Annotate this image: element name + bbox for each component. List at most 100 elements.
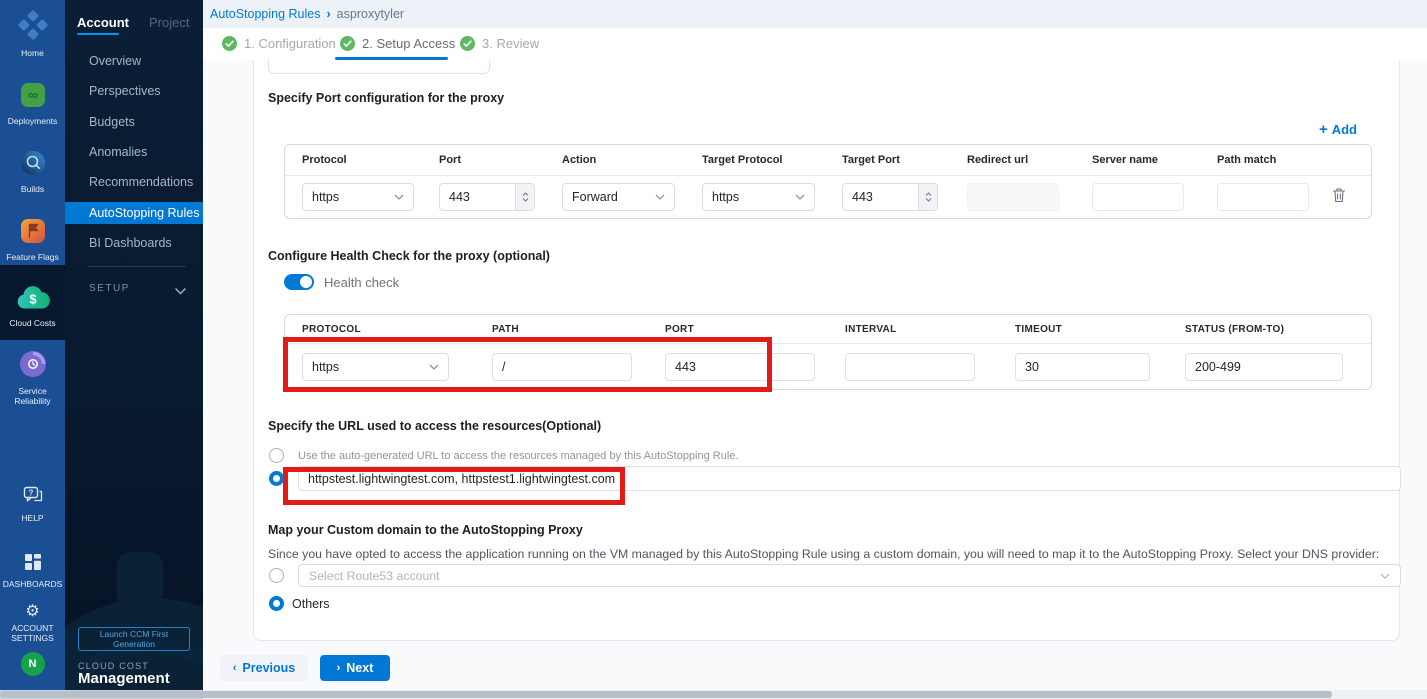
hc-status-input[interactable] <box>1185 353 1343 381</box>
hc-timeout-input[interactable] <box>1015 353 1150 381</box>
action-select[interactable]: Forward <box>562 183 675 211</box>
custom-url-input[interactable] <box>298 466 1401 491</box>
rail-item-account-settings[interactable]: ⚙ ACCOUNT SETTINGS <box>0 604 65 643</box>
auto-url-option: Use the auto-generated URL to access the… <box>269 448 738 463</box>
step-check-icon <box>340 36 355 51</box>
tab-account[interactable]: Account <box>77 15 129 30</box>
step-label: 2. Setup Access <box>362 36 455 51</box>
chevron-down-icon <box>655 194 665 200</box>
sidebar-item-recommendations[interactable]: Recommendations <box>65 171 203 193</box>
target-protocol-select[interactable]: https <box>702 183 815 211</box>
launch-ccm-first-gen-button[interactable]: Launch CCM First Generation <box>78 627 190 651</box>
cloud-costs-icon: $ <box>16 297 50 314</box>
others-radio[interactable] <box>269 596 284 611</box>
column-header: PROTOCOL <box>285 324 475 335</box>
url-section-title: Specify the URL used to access the resou… <box>268 419 601 433</box>
rail-item-deployments[interactable]: ∞ Deployments <box>0 82 65 126</box>
content-area: Specify Port configuration for the proxy… <box>203 60 1427 699</box>
add-port-row-button[interactable]: + Add <box>1319 121 1357 138</box>
product-name: Management <box>78 670 170 687</box>
rail-item-help[interactable]: ? HELP <box>0 486 65 523</box>
horizontal-scrollbar-track[interactable] <box>0 690 1427 699</box>
chevron-down-icon <box>394 194 404 200</box>
step-check-icon <box>460 36 475 51</box>
hc-path-input[interactable] <box>492 353 632 381</box>
target-port-stepper[interactable]: 443 <box>842 183 938 211</box>
route53-select[interactable]: Select Route53 account <box>298 564 1401 587</box>
help-icon: ? <box>23 492 43 509</box>
target-protocol-value: https <box>712 190 739 204</box>
auto-url-radio[interactable] <box>269 448 284 463</box>
health-check-row: https <box>285 344 1371 389</box>
rail-item-label: DASHBOARDS <box>0 579 65 589</box>
svg-text:$: $ <box>29 292 37 307</box>
protocol-select[interactable]: https <box>302 183 414 211</box>
sidebar-item-bi-dashboards[interactable]: BI Dashboards <box>65 232 203 254</box>
stepper-buttons[interactable] <box>515 184 534 210</box>
step-review[interactable]: 3. Review <box>460 36 539 51</box>
rail-item-label: Deployments <box>0 116 65 126</box>
toggle-knob <box>300 276 312 288</box>
health-check-toggle-row: Health check <box>284 274 399 290</box>
server-name-input[interactable] <box>1092 183 1184 211</box>
rail-item-dashboards[interactable]: DASHBOARDS <box>0 553 65 589</box>
main-area: AutoStopping Rules › asproxytyler 1. Con… <box>203 0 1427 699</box>
svg-text:?: ? <box>28 488 33 497</box>
hc-interval-input[interactable] <box>845 353 975 381</box>
custom-url-radio[interactable] <box>269 471 284 486</box>
chevron-down-icon[interactable] <box>175 282 186 300</box>
sidebar-setup[interactable]: SETUP <box>89 283 130 294</box>
route53-placeholder: Select Route53 account <box>309 569 440 583</box>
breadcrumb-separator-icon: › <box>327 7 331 21</box>
route53-radio[interactable] <box>269 568 284 583</box>
breadcrumb-link-autostopping-rules[interactable]: AutoStopping Rules <box>210 7 321 21</box>
rail-item-feature-flags[interactable]: Feature Flags <box>0 218 65 262</box>
hc-port-input[interactable] <box>665 353 815 381</box>
breadcrumb-current: asproxytyler <box>337 7 404 21</box>
health-check-toggle[interactable] <box>284 274 314 290</box>
health-check-table: PROTOCOL PATH PORT INTERVAL TIMEOUT STAT… <box>284 314 1372 390</box>
sidebar-item-anomalies[interactable]: Anomalies <box>65 141 203 163</box>
port-table-row: https 443 Forward <box>285 176 1371 218</box>
previous-label: Previous <box>242 661 295 675</box>
setup-access-card: Specify Port configuration for the proxy… <box>253 60 1400 641</box>
next-button[interactable]: › Next <box>320 655 390 681</box>
previous-button[interactable]: ‹ Previous <box>220 655 308 681</box>
path-match-input[interactable] <box>1217 183 1309 211</box>
chevron-down-icon <box>795 194 805 200</box>
sidebar-item-budgets[interactable]: Budgets <box>65 111 203 133</box>
others-label: Others <box>292 597 330 611</box>
hc-protocol-select[interactable]: https <box>302 353 449 381</box>
user-avatar[interactable]: N <box>0 652 65 676</box>
rail-item-builds[interactable]: Builds <box>0 150 65 194</box>
port-stepper[interactable]: 443 <box>439 183 535 211</box>
column-header: Server name <box>1075 154 1200 166</box>
custom-domain-description: Since you have opted to access the appli… <box>268 547 1393 561</box>
auto-url-label: Use the auto-generated URL to access the… <box>298 450 738 462</box>
sidebar-nav: Account Project Overview Perspectives Bu… <box>65 0 203 699</box>
health-check-title: Configure Health Check for the proxy (op… <box>268 249 550 263</box>
hc-protocol-value: https <box>312 360 339 374</box>
rail-item-label: ACCOUNT SETTINGS <box>10 623 56 643</box>
sidebar-item-autostopping-rules[interactable]: AutoStopping Rules <box>65 202 203 224</box>
rail-item-service-reliability[interactable]: Service Reliability <box>0 350 65 406</box>
column-header: Target Protocol <box>685 154 825 166</box>
rail-item-cloud-costs[interactable]: $ Cloud Costs <box>0 285 65 328</box>
rail-item-label: Feature Flags <box>0 252 65 262</box>
plus-icon: + <box>1319 121 1328 138</box>
custom-domain-title: Map your Custom domain to the AutoStoppi… <box>268 523 583 537</box>
tab-project[interactable]: Project <box>149 15 189 30</box>
delete-row-button[interactable] <box>1332 190 1346 207</box>
rail-item-label: Cloud Costs <box>0 318 65 328</box>
horizontal-scrollbar-thumb[interactable] <box>0 691 1332 698</box>
step-configuration[interactable]: 1. Configuration <box>222 36 336 51</box>
wizard-steps: 1. Configuration 2. Setup Access 3. Revi… <box>203 28 1427 60</box>
sidebar-item-overview[interactable]: Overview <box>65 50 203 72</box>
step-setup-access[interactable]: 2. Setup Access <box>340 36 455 51</box>
rail-item-home[interactable]: Home <box>0 10 65 58</box>
column-header: PATH <box>475 324 648 335</box>
custom-url-option <box>269 466 1401 491</box>
builds-icon <box>20 163 46 180</box>
stepper-buttons[interactable] <box>918 184 937 210</box>
sidebar-item-perspectives[interactable]: Perspectives <box>65 80 203 102</box>
